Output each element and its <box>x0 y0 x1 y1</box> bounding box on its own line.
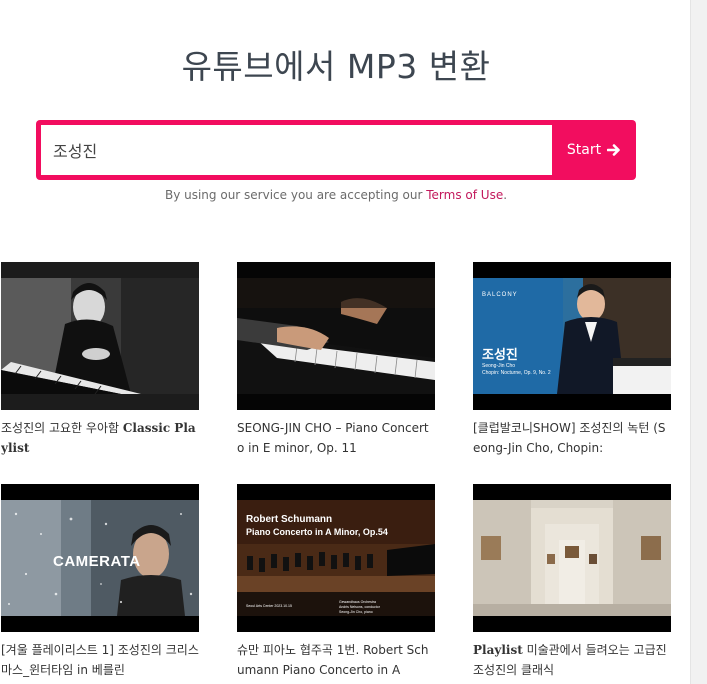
video-thumbnail[interactable] <box>473 484 671 632</box>
terms-suffix: . <box>503 188 508 202</box>
thumbnail-conductor: Andris Nelsons, conductor <box>339 605 380 609</box>
museum-gallery-image <box>473 484 671 632</box>
balcony-show-image <box>473 262 671 410</box>
start-button-label: Start <box>566 142 602 158</box>
video-thumbnail[interactable]: Robert Schumann Piano Concerto in A Mino… <box>237 484 435 632</box>
video-thumbnail[interactable] <box>237 262 435 410</box>
video-thumbnail[interactable]: CAMERATA <box>1 484 199 632</box>
thumbnail-orchestra: Gewandhaus Orchestra <box>339 600 376 604</box>
thumbnail-subtitle: Seong-Jin Cho <box>482 363 516 369</box>
thumbnail-venue: Seoul Arts Center 2023.10.15 <box>246 604 292 608</box>
video-title[interactable]: 조성진의 고요한 우아함 Classic Playlist <box>1 418 199 458</box>
video-card[interactable]: CAMERATA [겨울 플레이리스트 1] 조성진의 크리스마스_윈터타임 i… <box>1 484 199 680</box>
arrow-right-icon <box>607 143 621 157</box>
terms-notice: By using our service you are accepting o… <box>0 188 672 202</box>
video-title[interactable]: [겨울 플레이리스트 1] 조성진의 크리스마스_윈터타임 in 베를린 <box>1 640 199 680</box>
video-card[interactable]: 조성진의 고요한 우아함 Classic Playlist <box>1 262 199 458</box>
thumbnail-work: Piano Concerto in A Minor, Op.54 <box>246 527 388 537</box>
orchestra-image <box>237 484 435 632</box>
video-thumbnail[interactable] <box>1 262 199 410</box>
scrollbar[interactable] <box>690 0 707 684</box>
thumbnail-name: 조성진 <box>482 348 518 363</box>
thumbnail-soloist: Seong-Jin Cho, piano <box>339 610 373 614</box>
start-button[interactable]: Start <box>552 120 636 180</box>
thumbnail-subtitle-2: Chopin: Nocturne, Op. 9, No. 2 <box>482 370 551 376</box>
video-title[interactable]: [클럽발코니SHOW] 조성진의 녹턴 (Seong-Jin Cho, Chop… <box>473 418 671 458</box>
thumbnail-composer: Robert Schumann <box>246 514 333 525</box>
search-input[interactable] <box>41 125 552 175</box>
video-thumbnail[interactable]: BALCONY 조성진 Seong-Jin Cho Chopin: Noctur… <box>473 262 671 410</box>
thumbnail-brand: CAMERATA <box>53 553 141 570</box>
video-title[interactable]: SEONG-JIN CHO – Piano Concerto in E mino… <box>237 418 435 458</box>
video-card[interactable]: Robert Schumann Piano Concerto in A Mino… <box>237 484 435 680</box>
piano-hands-image <box>237 262 435 410</box>
balcony-logo: BALCONY <box>482 292 518 298</box>
video-title[interactable]: Playlist 미술관에서 들려오는 고급진 조성진의 클래식 <box>473 640 671 680</box>
video-card[interactable]: SEONG-JIN CHO – Piano Concerto in E mino… <box>237 262 435 458</box>
page-title: 유튜브에서 MP3 변환 <box>181 47 491 86</box>
video-title[interactable]: 슈만 피아노 협주곡 1번. Robert Schumann Piano Con… <box>237 640 435 680</box>
page: 유튜브에서 MP3 변환 Start By using our service … <box>0 0 707 684</box>
video-card[interactable]: BALCONY 조성진 Seong-Jin Cho Chopin: Noctur… <box>473 262 671 458</box>
terms-text: By using our service you are accepting o… <box>164 188 427 202</box>
search-form: Start <box>36 120 636 180</box>
pianist-bw-image <box>1 262 199 410</box>
video-card[interactable]: Playlist 미술관에서 들려오는 고급진 조성진의 클래식 <box>473 484 671 680</box>
terms-link[interactable]: Terms of Use <box>426 188 503 202</box>
